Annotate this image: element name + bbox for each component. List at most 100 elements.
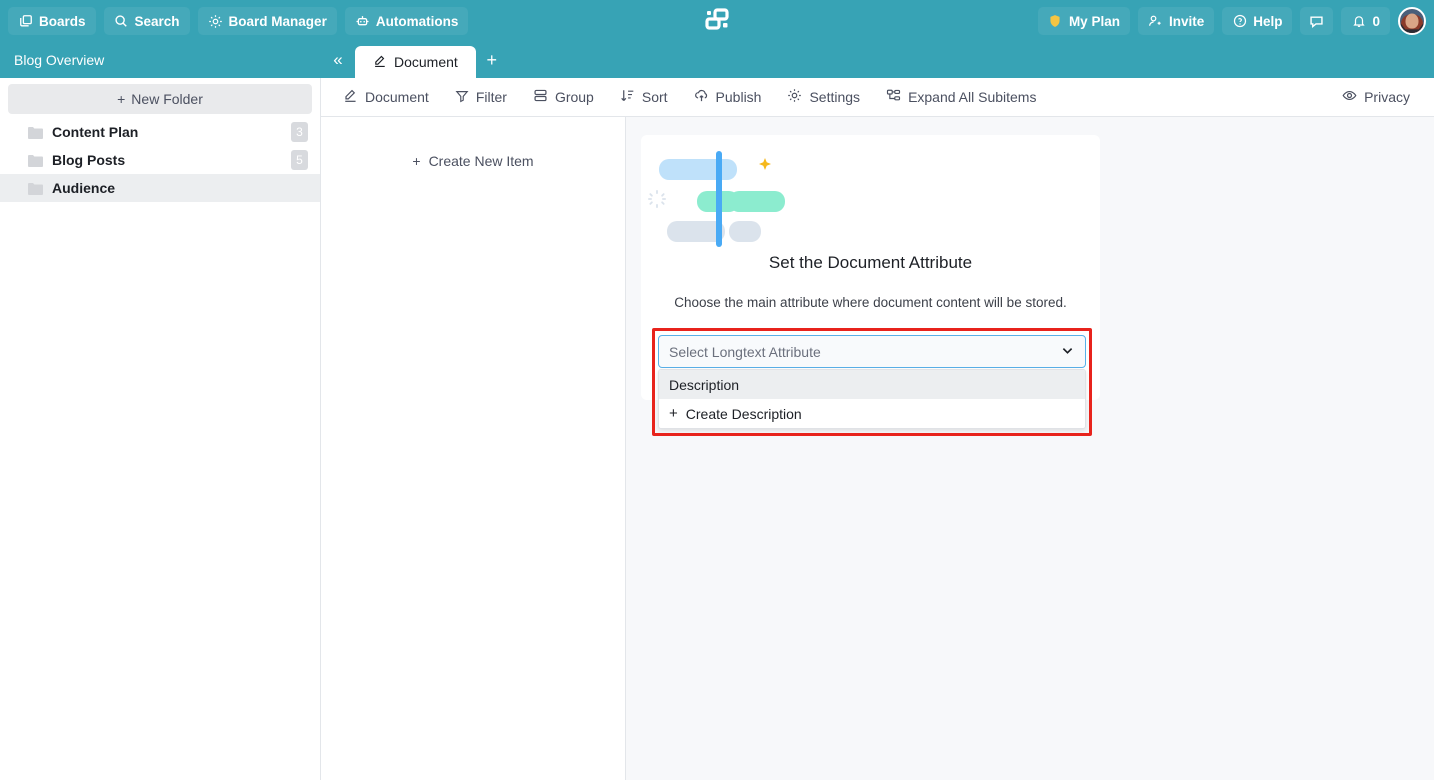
tab-strip: « Document + — [321, 42, 1434, 78]
sidebar-item-audience[interactable]: Audience — [0, 174, 320, 202]
longtext-attribute-select[interactable]: Select Longtext Attribute — [658, 335, 1086, 368]
illustration-divider — [716, 151, 722, 247]
illustration-bar-4 — [729, 191, 785, 212]
robot-icon — [355, 14, 370, 29]
chat-button[interactable] — [1300, 7, 1334, 35]
boards-button[interactable]: Boards — [8, 7, 96, 35]
dropdown-option-create-description[interactable]: + Create Description — [659, 399, 1085, 428]
folder-icon — [28, 126, 43, 139]
gear-icon — [787, 88, 802, 106]
notification-count: 0 — [1372, 13, 1380, 29]
shield-icon — [1048, 14, 1063, 29]
plus-icon: + — [486, 49, 498, 70]
plus-icon: + — [669, 405, 678, 422]
chat-bubble-icon — [1309, 14, 1324, 29]
toolbar-label: Expand All Subitems — [908, 89, 1037, 105]
bell-icon — [1351, 14, 1366, 29]
avatar[interactable] — [1398, 7, 1426, 35]
toolbar-expand-all-subitems-button[interactable]: Expand All Subitems — [886, 88, 1036, 106]
folder-count-badge: 3 — [291, 122, 308, 142]
sidebar-item-blog-posts[interactable]: Blog Posts 5 — [0, 146, 320, 174]
longtext-attribute-select-group: Select Longtext Attribute Description + … — [658, 335, 1086, 429]
select-placeholder: Select Longtext Attribute — [669, 343, 821, 360]
collapse-sidebar-button[interactable]: « — [321, 42, 355, 78]
automations-label: Automations — [375, 13, 459, 29]
toolbar-group-button[interactable]: Group — [533, 88, 594, 106]
group-rows-icon — [533, 88, 548, 106]
view-toolbar: Document Filter Group Sort Publish Setti… — [321, 78, 1434, 117]
help-label: Help — [1253, 13, 1283, 29]
toolbar-label: Publish — [715, 89, 762, 105]
toolbar-label: Group — [554, 89, 594, 105]
search-icon — [114, 14, 129, 29]
tab-label: Document — [394, 54, 458, 70]
toolbar-label: Sort — [641, 89, 668, 105]
chevron-down-icon — [1060, 343, 1075, 361]
sort-arrow-icon — [620, 88, 635, 106]
avatar-face — [1405, 13, 1419, 29]
gear-icon — [208, 14, 223, 29]
board-manager-button[interactable]: Board Manager — [197, 7, 337, 35]
folder-icon — [28, 182, 43, 195]
pen-underline-icon — [373, 54, 387, 71]
toolbar-label: Document — [365, 89, 429, 105]
hierarchy-icon — [886, 88, 901, 106]
toolbar-filter-button[interactable]: Filter — [455, 89, 507, 106]
toolbar-settings-button[interactable]: Settings — [787, 88, 860, 106]
sidebar-item-label: Blog Posts — [52, 152, 126, 168]
my-plan-label: My Plan — [1068, 13, 1120, 29]
search-label: Search — [134, 13, 180, 29]
top-bar-right-group: My Plan Invite Help 0 — [1037, 0, 1426, 42]
toolbar-sort-button[interactable]: Sort — [620, 88, 668, 106]
boards-label: Boards — [39, 13, 86, 29]
boards-icon — [18, 14, 33, 29]
toolbar-document-button[interactable]: Document — [343, 88, 429, 106]
folder-icon — [28, 154, 43, 167]
sparkle-icon — [757, 157, 773, 178]
eye-icon — [1342, 88, 1357, 106]
longtext-attribute-dropdown: Description + Create Description — [658, 369, 1086, 429]
illustration-bar-1 — [659, 159, 737, 180]
sidebar-item-label: Content Plan — [52, 124, 139, 140]
board-title: Blog Overview — [14, 52, 105, 68]
sidebar-item-content-plan[interactable]: Content Plan 3 — [0, 118, 320, 146]
toolbar-privacy-button[interactable]: Privacy — [1342, 88, 1410, 106]
my-plan-button[interactable]: My Plan — [1037, 7, 1130, 35]
sidebar-item-label: Audience — [52, 180, 116, 196]
create-new-item-label: Create New Item — [428, 153, 534, 169]
document-pane: Set the Document Attribute Choose the ma… — [626, 117, 1434, 780]
new-folder-button[interactable]: + New Folder — [8, 84, 312, 114]
plus-icon: + — [412, 153, 421, 169]
notifications-button[interactable]: 0 — [1341, 7, 1390, 35]
top-bar: Boards Search Board Manager Automations … — [0, 0, 1434, 42]
card-title: Set the Document Attribute — [768, 253, 973, 272]
user-plus-icon — [1148, 14, 1163, 29]
dropdown-option-description[interactable]: Description — [659, 370, 1085, 399]
tab-document[interactable]: Document — [355, 46, 476, 78]
folder-count-badge: 5 — [291, 150, 308, 170]
invite-label: Invite — [1168, 13, 1205, 29]
create-new-item-button[interactable]: + Create New Item — [321, 153, 625, 169]
board-manager-label: Board Manager — [228, 13, 327, 29]
document-attribute-illustration — [641, 151, 1100, 247]
plus-icon: + — [117, 91, 126, 107]
funnel-icon — [455, 89, 469, 106]
dropdown-option-label: Description — [669, 376, 740, 393]
loading-spinner-icon — [647, 189, 667, 214]
automations-button[interactable]: Automations — [344, 7, 469, 35]
double-chevron-left-icon: « — [333, 50, 343, 69]
add-tab-button[interactable]: + — [476, 42, 508, 78]
dropdown-option-label: Create Description — [685, 405, 802, 422]
cloud-upload-icon — [694, 88, 709, 106]
app-logo[interactable] — [704, 8, 730, 34]
illustration-bar-5 — [729, 221, 761, 242]
toolbar-publish-button[interactable]: Publish — [694, 88, 762, 106]
invite-button[interactable]: Invite — [1137, 7, 1215, 35]
question-circle-icon — [1232, 14, 1247, 29]
help-button[interactable]: Help — [1222, 7, 1293, 35]
new-folder-label: New Folder — [131, 91, 203, 107]
item-list-pane: + Create New Item — [321, 117, 626, 780]
sidebar-header: Blog Overview — [0, 42, 321, 78]
search-button[interactable]: Search — [103, 7, 190, 35]
toolbar-label: Settings — [809, 89, 861, 105]
